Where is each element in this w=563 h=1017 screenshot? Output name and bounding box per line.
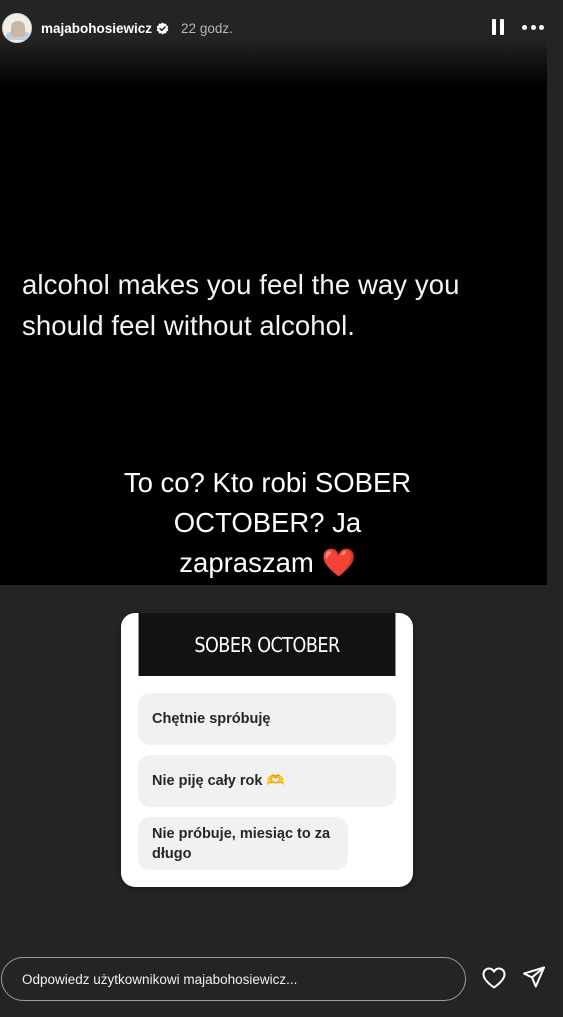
quote-text: alcohol makes you feel the way you shoul… (22, 269, 460, 341)
poll-title: SOBER OCTOBER (138, 613, 396, 676)
poll-option-label: Chętnie spróbuję (152, 711, 271, 727)
heart-hands-emoji: 🫶 (266, 773, 285, 789)
reply-input[interactable] (1, 957, 466, 1001)
heart-emoji: ❤️ (321, 547, 356, 578)
poll-option-1[interactable]: Chętnie spróbuję (138, 693, 396, 745)
story-timestamp: 22 godz. (181, 20, 233, 36)
poll-option-label: Nie piję cały rok (152, 773, 263, 789)
story-viewer[interactable]: majabohosiewicz 22 godz. alcohol makes y… (0, 0, 563, 1017)
like-heart-icon[interactable] (481, 966, 507, 990)
story-caption: To co? Kto robi SOBER OCTOBER? Ja zapras… (110, 463, 425, 583)
avatar[interactable] (2, 13, 32, 43)
story-header: majabohosiewicz 22 godz. (0, 0, 563, 56)
poll-sticker: SOBER OCTOBER Chętnie spróbuję Nie piję … (121, 613, 413, 887)
poll-options: Chętnie spróbuję Nie piję cały rok 🫶 Nie… (121, 676, 413, 870)
username[interactable]: majabohosiewicz (41, 21, 152, 36)
pause-icon[interactable] (492, 19, 504, 35)
poll-option-label: Nie próbuje, miesiąc to za długo (152, 826, 331, 862)
more-options-icon[interactable] (522, 24, 544, 30)
verified-icon (156, 22, 169, 35)
poll-option-3[interactable]: Nie próbuje, miesiąc to za długo (138, 817, 348, 870)
caption-text: To co? Kto robi SOBER OCTOBER? Ja zapras… (123, 467, 412, 578)
send-icon[interactable] (522, 965, 546, 989)
poll-option-2[interactable]: Nie piję cały rok 🫶 (138, 755, 396, 807)
